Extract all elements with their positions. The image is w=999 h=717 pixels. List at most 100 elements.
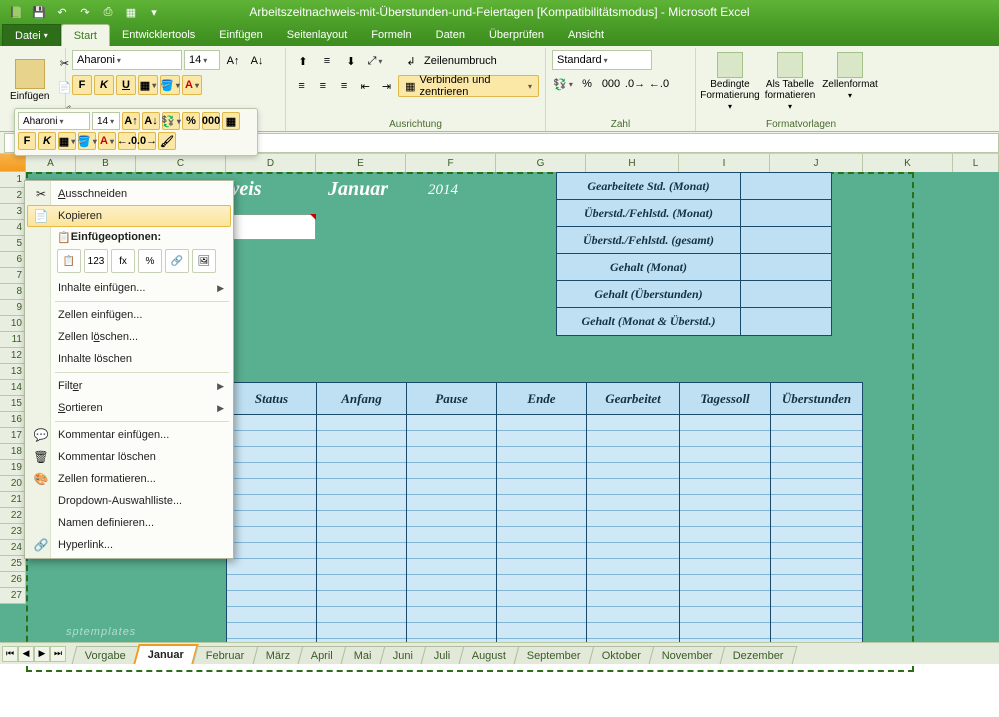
font-name-select[interactable]: Aharoni [72,50,182,70]
table-cell[interactable] [407,463,496,479]
row-header[interactable]: 5 [0,236,26,252]
row-header[interactable]: 8 [0,284,26,300]
table-cell[interactable] [497,415,586,431]
table-cell[interactable] [407,511,496,527]
italic-button[interactable]: K [94,75,114,95]
mini-bold-icon[interactable]: F [18,132,36,150]
mini-currency-icon[interactable]: 💱 [162,112,180,130]
align-top-icon[interactable]: ⬆ [292,50,314,72]
col-header[interactable]: A [26,154,76,172]
mini-fontcolor-icon[interactable]: A [98,132,116,150]
qat-btn-1[interactable]: ⎙ [98,2,118,22]
border-button[interactable]: ▦ [138,75,158,95]
row-header[interactable]: 27 [0,588,26,604]
align-left-icon[interactable]: ≡ [292,75,311,97]
ctx-copy[interactable]: 📄Kopieren [27,205,231,227]
table-cell[interactable] [680,543,770,559]
row-header[interactable]: 4 [0,220,26,236]
table-body[interactable] [226,415,863,655]
table-cell[interactable] [587,463,679,479]
tab-nav-first-icon[interactable]: ⏮ [2,646,18,662]
paste-opt-picture[interactable]: 🖼 [192,249,216,273]
table-cell[interactable] [407,479,496,495]
table-cell[interactable] [407,415,496,431]
table-cell[interactable] [407,607,496,623]
table-cell[interactable] [317,575,406,591]
wrap-text-icon[interactable]: ↲ [400,50,422,72]
table-cell[interactable] [680,559,770,575]
table-cell[interactable] [771,607,862,623]
row-header[interactable]: 26 [0,572,26,588]
tab-start[interactable]: Start [61,24,110,46]
percent-icon[interactable]: % [576,73,598,95]
align-right-icon[interactable]: ≡ [334,75,353,97]
table-cell[interactable] [317,495,406,511]
table-cell[interactable] [227,415,316,431]
paste-opt-formats[interactable]: % [138,249,162,273]
table-cell[interactable] [407,591,496,607]
sheet-tab[interactable]: April [298,646,347,664]
row-header[interactable]: 2 [0,188,26,204]
table-cell[interactable] [680,607,770,623]
bold-button[interactable]: F [72,75,92,95]
sheet-tab[interactable]: März [252,646,303,664]
ctx-filter[interactable]: Filter▶ [27,375,231,397]
table-cell[interactable] [680,511,770,527]
qat-dropdown-icon[interactable]: ▾ [144,2,164,22]
table-cell[interactable] [497,543,586,559]
table-cell[interactable] [227,511,316,527]
table-cell[interactable] [771,511,862,527]
table-cell[interactable] [680,479,770,495]
tab-ansicht[interactable]: Ansicht [556,24,616,46]
save-icon[interactable]: 💾 [29,2,49,22]
decrease-decimal-icon[interactable]: ←.0 [648,73,670,95]
col-header[interactable]: F [406,154,496,172]
table-cell[interactable] [497,575,586,591]
sheet-tab[interactable]: Februar [193,646,258,664]
row-header[interactable]: 17 [0,428,26,444]
ctx-delete-cells[interactable]: Zellen löschen... [27,326,231,348]
table-cell[interactable] [317,591,406,607]
table-cell[interactable] [317,447,406,463]
table-cell[interactable] [680,431,770,447]
sheet-tab[interactable]: Januar [133,644,198,664]
redo-icon[interactable]: ↷ [75,2,95,22]
number-format-select[interactable]: Standard [552,50,652,70]
table-cell[interactable] [587,559,679,575]
table-cell[interactable] [587,431,679,447]
table-cell[interactable] [497,447,586,463]
tab-nav-last-icon[interactable]: ⏭ [50,646,66,662]
undo-icon[interactable]: ↶ [52,2,72,22]
table-cell[interactable] [587,479,679,495]
font-size-select[interactable]: 14 [184,50,220,70]
table-cell[interactable] [317,623,406,639]
excel-icon[interactable]: 📗 [6,2,26,22]
sheet-tab[interactable]: Vorgabe [72,646,140,664]
ctx-hyperlink[interactable]: 🔗Hyperlink... [27,534,231,556]
table-cell[interactable] [227,495,316,511]
table-cell[interactable] [497,479,586,495]
sheet-tab[interactable]: August [458,646,519,664]
mini-thousands-icon[interactable]: 000 [202,112,220,130]
row-header[interactable]: 15 [0,396,26,412]
table-cell[interactable] [317,415,406,431]
sheet-tab[interactable]: Juli [421,646,464,664]
table-cell[interactable] [497,623,586,639]
tab-entwicklertools[interactable]: Entwicklertools [110,24,207,46]
table-cell[interactable] [407,431,496,447]
increase-indent-icon[interactable]: ⇥ [377,75,396,97]
table-cell[interactable] [497,431,586,447]
col-header[interactable]: E [316,154,406,172]
table-cell[interactable] [317,607,406,623]
conditional-formatting-button[interactable]: Bedingte Formatierung▾ [702,50,758,111]
table-cell[interactable] [227,623,316,639]
mini-merge-icon[interactable]: ▦ [222,112,240,130]
table-cell[interactable] [587,511,679,527]
table-cell[interactable] [227,607,316,623]
ctx-insert-cells[interactable]: Zellen einfügen... [27,304,231,326]
sheet-tab[interactable]: Oktober [588,646,654,664]
row-header[interactable]: 1 [0,172,26,188]
tab-nav-prev-icon[interactable]: ◀ [18,646,34,662]
format-as-table-button[interactable]: Als Tabelle formatieren▾ [762,50,818,111]
table-cell[interactable] [771,575,862,591]
